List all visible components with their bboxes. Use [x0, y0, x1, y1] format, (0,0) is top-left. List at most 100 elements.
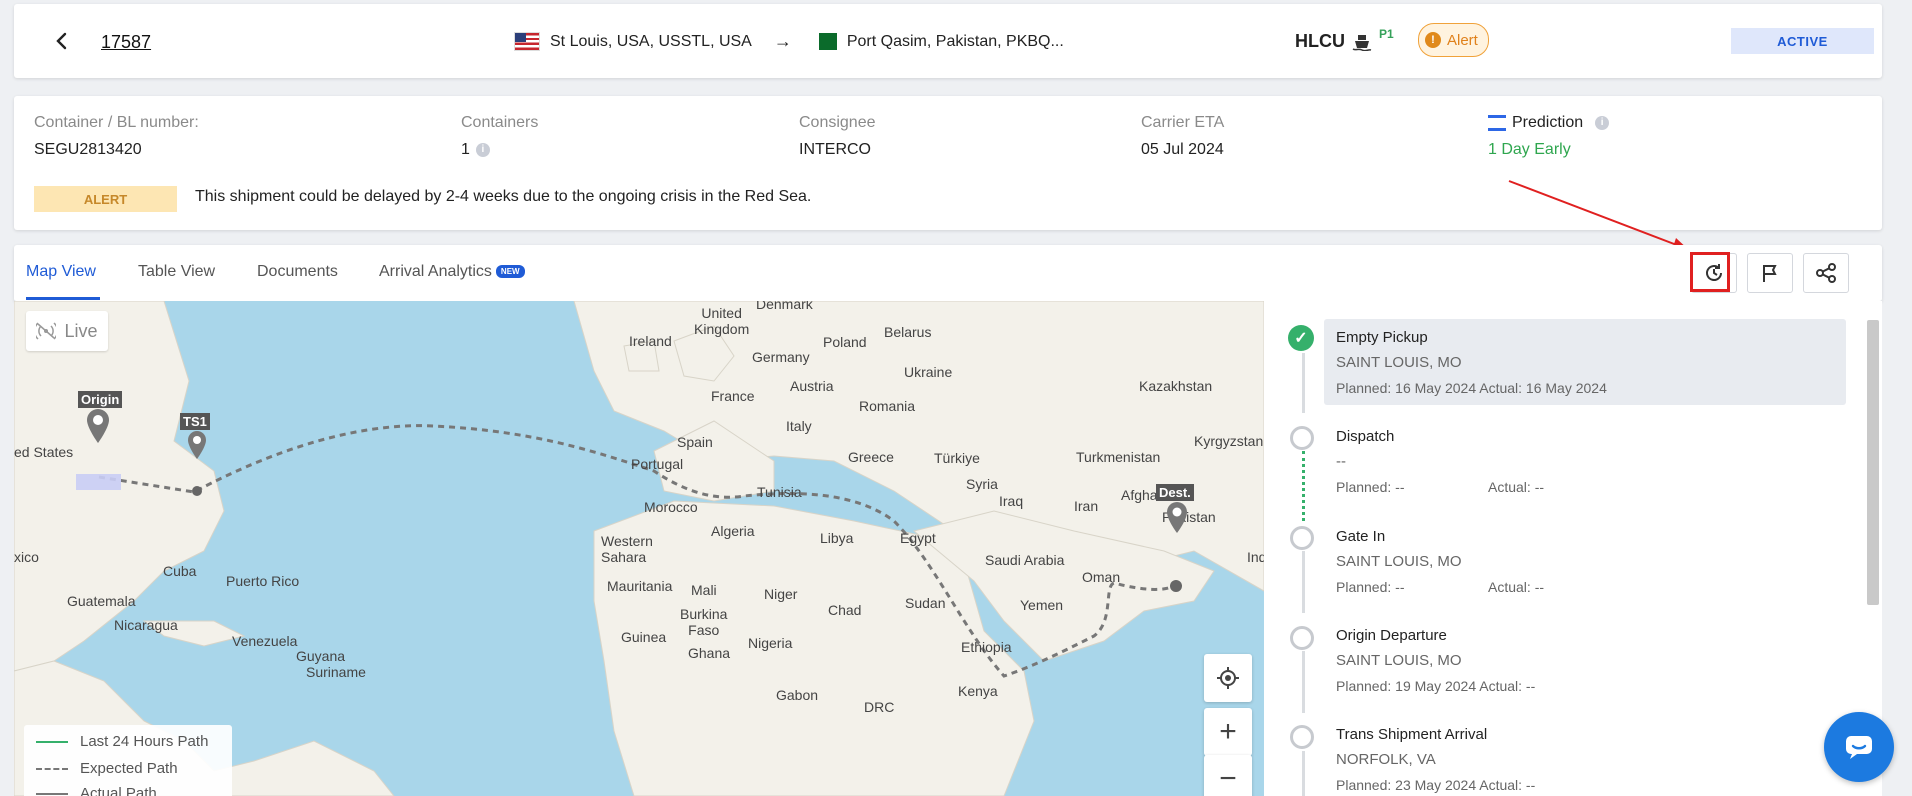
route-map[interactable]: Denmark United Kingdom Belarus Ireland P…: [14, 301, 1264, 796]
prediction-label: Prediction: [1512, 114, 1584, 131]
consignee-field: Consignee INTERCO: [799, 114, 876, 159]
milestone-dispatch[interactable]: Dispatch -- Planned: -- Actual: --: [1336, 428, 1854, 497]
map-label: Western Sahara: [601, 533, 653, 565]
map-label: Tunisia: [757, 484, 802, 500]
carrier-info: HLCU P1: [1295, 27, 1394, 52]
map-label: Suriname: [306, 664, 366, 680]
map-label: ed States: [14, 444, 74, 460]
containers-label: Containers: [461, 114, 539, 131]
live-signal-off-icon: [36, 322, 57, 340]
map-label: Nicaragua: [114, 617, 178, 633]
map-label: Ireland: [629, 333, 672, 349]
crosshair-icon: [1217, 667, 1239, 689]
info-icon[interactable]: i: [475, 142, 490, 157]
map-label: Poland: [823, 334, 867, 350]
alert-tag: ALERT: [34, 186, 177, 212]
chat-button[interactable]: [1824, 712, 1894, 782]
pakistan-flag-icon: [813, 33, 837, 50]
shipment-ref-link[interactable]: 17587: [101, 32, 151, 53]
planned-date: Planned: --: [1336, 579, 1405, 595]
ts1-pin-icon[interactable]: [185, 429, 209, 461]
active-tab-indicator: [26, 297, 100, 300]
us-flag-icon: [514, 32, 540, 51]
legend-expected-label: Expected Path: [80, 760, 178, 777]
check-icon: ✓: [1288, 325, 1314, 351]
origin-pin-icon[interactable]: [84, 407, 112, 445]
dest-pin-icon[interactable]: [1164, 500, 1190, 536]
legend-last24-swatch: [36, 740, 68, 743]
map-label: Italy: [786, 418, 812, 434]
milestone-origin-departure[interactable]: Origin Departure SAINT LOUIS, MO Planned…: [1336, 627, 1854, 696]
milestone-title: Empty Pickup: [1336, 329, 1428, 346]
legend-actual: Actual Path: [36, 785, 157, 796]
map-label: Nigeria: [748, 635, 793, 651]
map-label: Iran: [1074, 498, 1099, 514]
containers-value: 1: [461, 141, 470, 158]
ts1-pin-label: TS1: [180, 413, 210, 430]
exclamation-icon: !: [1425, 32, 1441, 48]
milestone-empty-pickup[interactable]: Empty Pickup SAINT LOUIS, MO Planned: 16…: [1336, 329, 1854, 398]
actual-date: Actual: --: [1488, 579, 1545, 595]
planned-date: Planned: 19 May 2024: [1336, 678, 1477, 694]
legend-last24-label: Last 24 Hours Path: [80, 733, 209, 750]
origin-text: St Louis, USA, USSTL, USA: [550, 32, 752, 50]
back-button[interactable]: [50, 29, 74, 53]
map-label: Denmark: [756, 301, 813, 312]
alert-pill[interactable]: ! Alert: [1418, 23, 1489, 57]
legend-actual-swatch: [36, 792, 68, 795]
zoom-out-button[interactable]: −: [1204, 755, 1252, 796]
map-label: Belarus: [884, 324, 932, 340]
tab-table-view[interactable]: Table View: [138, 263, 215, 281]
pending-circle-icon: [1290, 626, 1314, 650]
map-label: Venezuela: [232, 633, 298, 649]
timeline-connector: [1302, 751, 1305, 796]
actual-date: Actual: --: [1479, 678, 1536, 694]
tab-documents[interactable]: Documents: [257, 263, 338, 281]
planned-date: Planned: 23 May 2024: [1336, 777, 1477, 793]
milestone-title: Origin Departure: [1336, 627, 1447, 644]
live-toggle-button[interactable]: Live: [26, 311, 108, 351]
milestone-dates: Planned: 16 May 2024 Actual: 16 May 2024: [1336, 380, 1854, 398]
map-label: Kenya: [958, 683, 998, 699]
legend-actual-label: Actual Path: [80, 785, 157, 796]
zoom-in-button[interactable]: +: [1204, 708, 1252, 756]
milestone-location: SAINT LOUIS, MO: [1336, 553, 1462, 570]
map-label: Greece: [848, 449, 894, 465]
map-label: Mali: [691, 582, 717, 598]
milestone-dates: Planned: -- Actual: --: [1336, 479, 1854, 497]
tab-arrival-analytics[interactable]: Arrival Analytics NEW: [379, 263, 525, 281]
container-label: Container / BL number:: [34, 114, 199, 131]
pending-circle-icon: [1290, 725, 1314, 749]
ship-icon: [1352, 34, 1372, 51]
flag-button[interactable]: [1747, 253, 1793, 293]
map-label: Spain: [677, 434, 713, 450]
milestone-dates: Planned: -- Actual: --: [1336, 579, 1854, 597]
milestone-trans-shipment-arrival[interactable]: Trans Shipment Arrival NORFOLK, VA Plann…: [1336, 726, 1854, 795]
map-label: Egypt: [900, 530, 936, 546]
milestone-gate-in[interactable]: Gate In SAINT LOUIS, MO Planned: -- Actua…: [1336, 528, 1854, 597]
map-label: xico: [14, 549, 39, 565]
milestone-title: Trans Shipment Arrival: [1336, 726, 1488, 743]
new-badge: NEW: [495, 265, 525, 279]
alert-pill-label: Alert: [1447, 31, 1478, 49]
timeline-connector: [1302, 551, 1305, 613]
tab-map-view[interactable]: Map View: [26, 263, 96, 281]
map-label: Ghana: [688, 645, 731, 661]
locate-button[interactable]: [1204, 654, 1252, 702]
prediction-icon: [1488, 114, 1506, 131]
map-label: Kazakhstan: [1139, 378, 1213, 394]
map-legend: Last 24 Hours Path Expected Path Actual …: [24, 725, 232, 796]
map-label: Puerto Rico: [226, 573, 300, 589]
milestone-location: SAINT LOUIS, MO: [1336, 354, 1462, 371]
timeline-scrollbar[interactable]: [1867, 320, 1879, 605]
map-label: Saudi Arabia: [985, 552, 1065, 568]
info-icon[interactable]: i: [1595, 115, 1610, 130]
tab-bar: Map View Table View Documents Arrival An…: [14, 245, 1882, 302]
share-icon: [1816, 263, 1836, 283]
annotation-arrow: [1508, 180, 1690, 251]
chevron-left-icon: [56, 32, 67, 50]
shipment-header: 17587 St Louis, USA, USSTL, USA → Port Q…: [14, 4, 1882, 78]
map-label: Portugal: [631, 456, 684, 472]
live-label: Live: [64, 320, 98, 341]
share-button[interactable]: [1803, 253, 1849, 293]
